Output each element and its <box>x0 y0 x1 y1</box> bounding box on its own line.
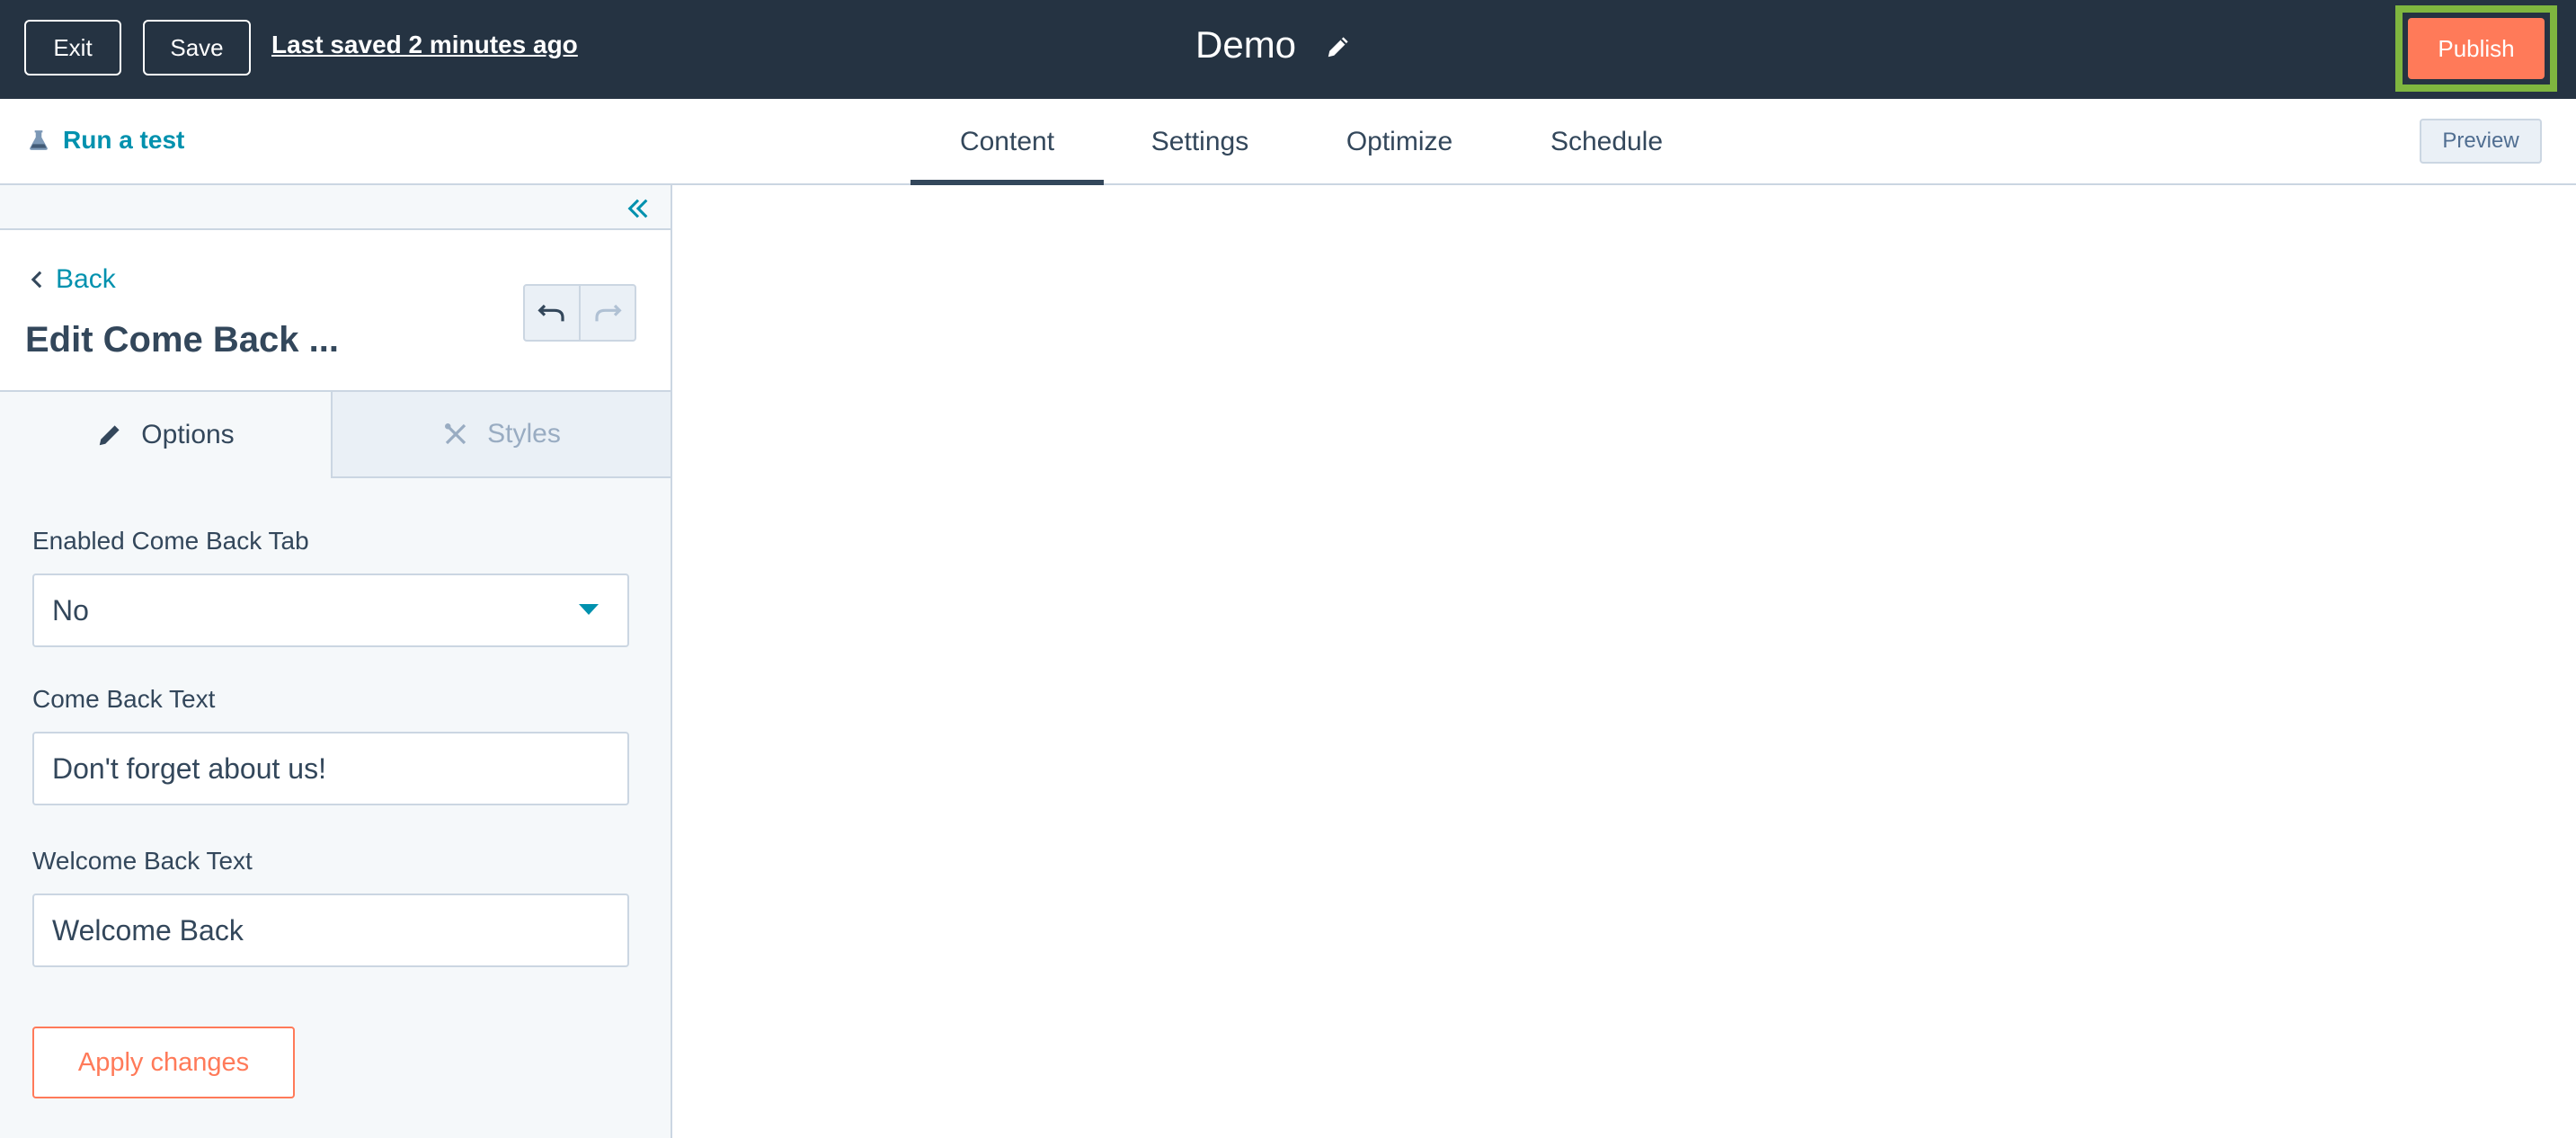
welcome-back-text-value: Welcome Back <box>52 913 244 947</box>
run-test-link[interactable]: Run a test <box>27 126 184 155</box>
come-back-text-input[interactable]: Don't forget about us! <box>32 732 629 805</box>
sidebar-header: Back Edit Come Back ... <box>0 230 671 392</box>
come-back-text-label: Come Back Text <box>32 685 216 713</box>
tools-icon <box>445 423 466 445</box>
top-bar: Exit Save Last saved 2 minutes ago Demo … <box>0 0 2576 99</box>
select-value: No <box>52 593 89 627</box>
last-saved-link[interactable]: Last saved 2 minutes ago <box>271 31 578 59</box>
flask-icon <box>30 130 48 150</box>
tab-styles[interactable]: Styles <box>331 392 671 478</box>
undo-redo-group <box>523 284 636 342</box>
page-title[interactable]: Demo <box>1195 23 1296 67</box>
undo-button[interactable] <box>525 286 579 340</box>
sidebar-panel: Back Edit Come Back ... Options Styles E… <box>0 185 672 1138</box>
welcome-back-text-label: Welcome Back Text <box>32 847 253 875</box>
sidebar-collapse-bar <box>0 185 671 230</box>
pencil-icon <box>100 425 120 446</box>
publish-highlight: Publish <box>2395 5 2557 92</box>
collapse-sidebar-icon[interactable] <box>626 196 651 221</box>
preview-button[interactable]: Preview <box>2420 119 2542 164</box>
pencil-icon[interactable] <box>1325 33 1352 60</box>
tab-optimize[interactable]: Optimize <box>1332 99 1467 185</box>
panel-title: Edit Come Back ... <box>25 320 339 360</box>
back-link[interactable]: Back <box>29 264 116 295</box>
enabled-come-back-tab-label: Enabled Come Back Tab <box>32 527 309 555</box>
undo-icon <box>537 304 564 322</box>
redo-icon <box>595 304 622 322</box>
editor-nav: Run a test Content Settings Optimize Sch… <box>0 99 2576 185</box>
tab-schedule[interactable]: Schedule <box>1537 99 1676 185</box>
tab-options-label: Options <box>141 420 235 449</box>
publish-button[interactable]: Publish <box>2408 18 2545 79</box>
tab-settings[interactable]: Settings <box>1134 99 1266 185</box>
back-label: Back <box>56 264 116 294</box>
run-test-label: Run a test <box>63 126 185 154</box>
exit-button[interactable]: Exit <box>24 20 121 76</box>
come-back-text-value: Don't forget about us! <box>52 751 326 785</box>
tab-content[interactable]: Content <box>910 99 1104 185</box>
editor-canvas[interactable] <box>672 185 2576 1138</box>
tab-styles-label: Styles <box>487 419 561 449</box>
tab-options[interactable]: Options <box>0 392 331 478</box>
caret-down-icon <box>579 604 599 615</box>
welcome-back-text-input[interactable]: Welcome Back <box>32 894 629 967</box>
chevron-left-icon <box>31 271 42 289</box>
redo-button[interactable] <box>579 286 635 340</box>
save-button[interactable]: Save <box>143 20 251 76</box>
apply-changes-button[interactable]: Apply changes <box>32 1027 295 1098</box>
enabled-come-back-tab-select[interactable]: No <box>32 573 629 647</box>
